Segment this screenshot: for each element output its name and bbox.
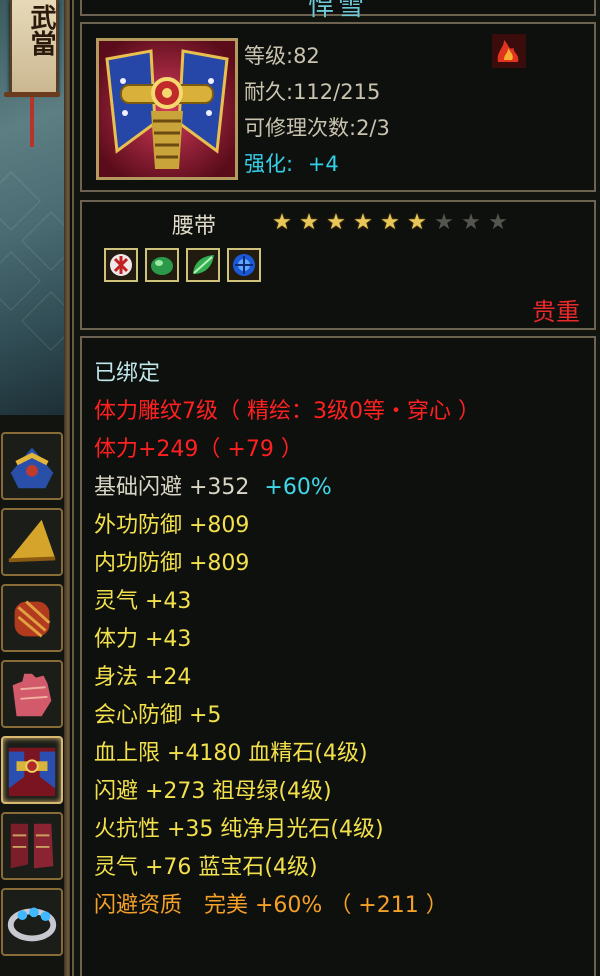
item-tooltip: 悍雪 等级:82 耐久:112/215 可修理次数:2/3 强化: +4 腰带 … — [72, 0, 600, 976]
item-durability: 耐久:112/215 — [244, 80, 381, 104]
belt-icon — [8, 747, 56, 797]
star-filled-icon: ★ — [407, 210, 427, 235]
red-rune-gem-icon — [110, 254, 132, 276]
gem-socket[interactable] — [104, 248, 138, 282]
gloves-icon — [12, 673, 52, 717]
enhance-label: 强化: — [244, 152, 294, 176]
shoulder-armor-icon — [10, 447, 54, 489]
item-type-section: 腰带 ★ ★ ★ ★ ★ ★ ★ ★ ★ 贵重 — [80, 200, 596, 330]
star-rating: ★ ★ ★ ★ ★ ★ ★ ★ ★ — [270, 211, 510, 235]
slot-belt[interactable] — [1, 736, 63, 804]
item-header: 等级:82 耐久:112/215 可修理次数:2/3 强化: +4 — [80, 22, 596, 192]
spirit-line: 灵气 +43 — [94, 589, 192, 614]
dodge-quality-line: 闪避资质 完美 +60% （ +211 ） — [94, 893, 448, 918]
blue-sapphire-gem-icon — [233, 254, 255, 276]
star-filled-icon: ★ — [380, 210, 400, 235]
item-portrait — [96, 38, 238, 180]
gem-hp-line: 血上限 +4180 血精石(4级) — [94, 741, 368, 766]
title-frame: 悍雪 — [80, 0, 596, 22]
star-filled-icon: ★ — [272, 210, 292, 235]
panel-divider — [64, 0, 70, 976]
floor-tile — [21, 291, 70, 351]
attribute-list: 已绑定 体力雕纹7级（ 精绘：3级0等・穿心 ） 体力+249（ +79 ） 基… — [80, 336, 596, 976]
base-dodge-value: 基础闪避 +352 — [94, 475, 250, 500]
bound-status: 已绑定 — [94, 361, 161, 386]
equipment-sidebar: 武當 — [0, 0, 70, 976]
sect-banner: 武當 — [10, 0, 58, 94]
green-jade-gem-icon — [151, 257, 173, 275]
sect-banner-text: 武當 — [26, 4, 56, 56]
star-filled-icon: ★ — [299, 210, 319, 235]
star-empty-icon: ★ — [434, 210, 454, 235]
gem-dodge-line: 闪避 +273 祖母绿(4级) — [94, 779, 332, 804]
crit-defense-line: 会心防御 +5 — [94, 703, 222, 728]
gem-socket[interactable] — [227, 248, 261, 282]
enhance-value: +4 — [307, 152, 339, 176]
gem-fire-resist-line: 火抗性 +35 纯净月光石(4级) — [94, 817, 384, 842]
item-type: 腰带 — [172, 214, 217, 239]
gem-socket[interactable] — [145, 248, 179, 282]
slot-bracer[interactable] — [1, 584, 63, 652]
belt-portrait-icon — [99, 41, 235, 177]
gem-socket[interactable] — [186, 248, 220, 282]
item-level: 等级:82 — [244, 44, 320, 68]
base-dodge-percent: +60% — [264, 475, 332, 500]
gem-sockets — [104, 248, 261, 282]
engrave-line: 体力雕纹7级（ 精绘：3级0等・穿心 ） — [94, 399, 480, 424]
star-filled-icon: ★ — [326, 210, 346, 235]
slot-ring[interactable] — [1, 888, 63, 956]
slot-boots[interactable] — [1, 812, 63, 880]
base-dodge-line: 基础闪避 +352 +60% — [94, 474, 332, 502]
star-filled-icon: ★ — [353, 210, 373, 235]
item-name: 悍雪 — [307, 0, 368, 22]
green-leaf-gem-icon — [193, 255, 214, 274]
bracer-icon — [14, 600, 51, 638]
gem-spirit-line: 灵气 +76 蓝宝石(4级) — [94, 855, 318, 880]
banner-tassel — [30, 97, 34, 147]
star-empty-icon: ★ — [488, 210, 508, 235]
stamina-main-line: 体力+249（ +79 ） — [94, 437, 303, 462]
floor-tile — [0, 251, 41, 311]
hat-icon — [8, 519, 56, 563]
ring-icon — [7, 907, 57, 942]
stamina-line: 体力 +43 — [94, 627, 192, 652]
floor-tile — [0, 171, 41, 231]
fire-element-icon — [492, 34, 526, 68]
star-empty-icon: ★ — [461, 210, 481, 235]
slot-shoulder[interactable] — [1, 432, 63, 500]
item-enhance: 强化: +4 — [244, 148, 339, 178]
floor-tile — [21, 211, 70, 271]
item-quality: 贵重 — [532, 298, 580, 326]
boots-icon — [10, 823, 54, 869]
agility-line: 身法 +24 — [94, 665, 192, 690]
item-repair-count: 可修理次数:2/3 — [244, 116, 390, 140]
slot-gloves[interactable] — [1, 660, 63, 728]
slot-hat[interactable] — [1, 508, 63, 576]
external-defense-line: 外功防御 +809 — [94, 513, 250, 538]
internal-defense-line: 内功防御 +809 — [94, 551, 250, 576]
